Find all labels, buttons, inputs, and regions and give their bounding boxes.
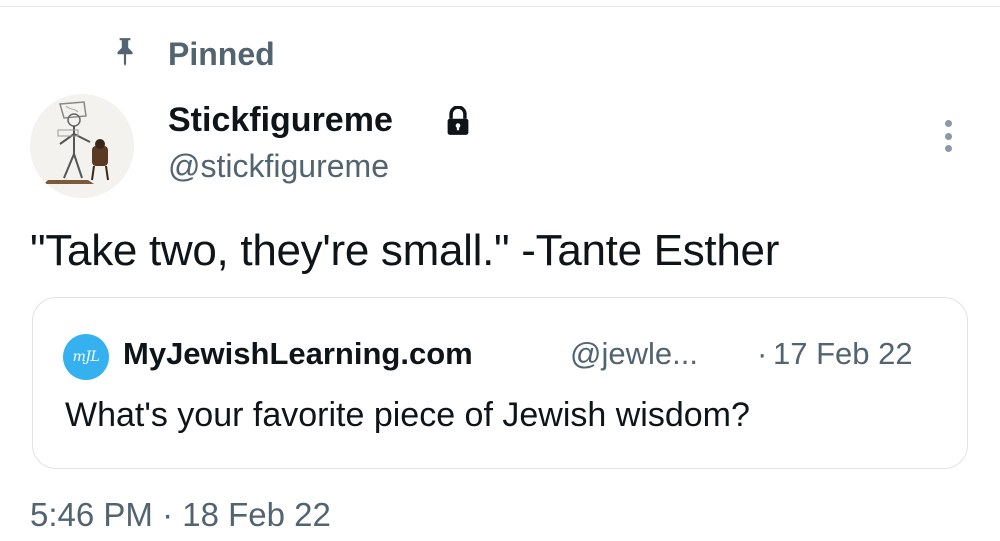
quoted-tweet-card[interactable]: mJL MyJewishLearning.com @jewle... · 17 … — [32, 297, 968, 469]
author-display-name[interactable]: Stickfigureme — [168, 100, 393, 140]
quote-separator: · — [757, 336, 768, 371]
quote-author-handle: @jewle... — [570, 336, 698, 371]
more-dot — [944, 145, 952, 152]
quote-date: 17 Feb 22 — [773, 336, 913, 371]
tweet-timestamp[interactable]: 5:46 PM · 18 Feb 22 — [30, 494, 331, 536]
more-dot — [944, 120, 952, 127]
quote-author-name: MyJewishLearning.com — [123, 336, 473, 371]
quote-text: What's your favorite piece of Jewish wis… — [65, 396, 750, 434]
more-dot — [944, 132, 952, 140]
lock-icon — [447, 106, 469, 135]
top-divider — [0, 6, 1000, 7]
author-handle[interactable]: @stickfigureme — [168, 146, 389, 186]
quote-avatar[interactable]: mJL — [63, 334, 109, 380]
avatar[interactable] — [30, 94, 134, 198]
pin-icon — [117, 38, 133, 66]
tweet-text: "Take two, they're small." -Tante Esther — [30, 226, 780, 275]
more-options-icon[interactable] — [933, 116, 963, 156]
pinned-label: Pinned — [168, 36, 275, 72]
stick-figure-avatar-image — [30, 94, 134, 198]
